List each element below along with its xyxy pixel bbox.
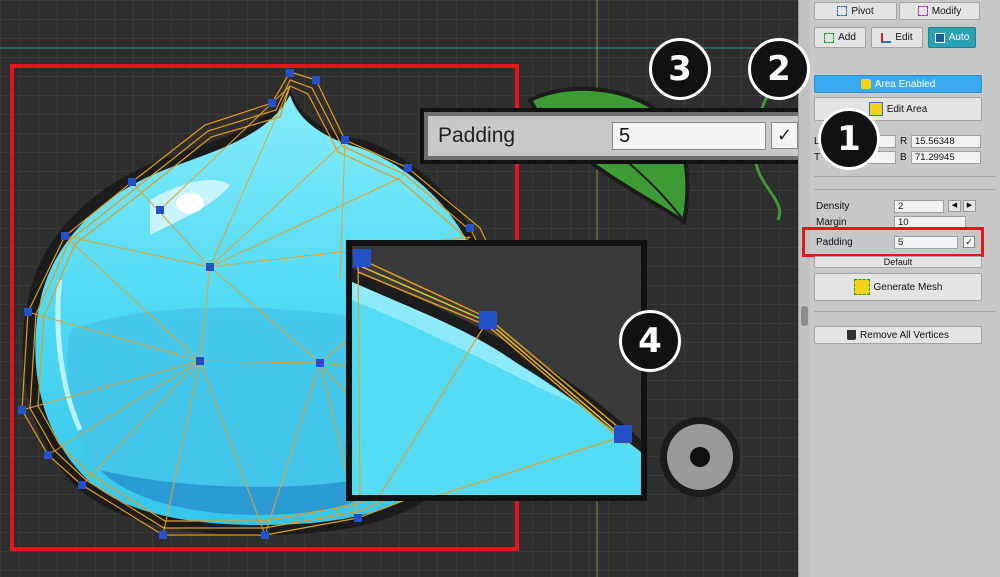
modify-icon <box>917 6 928 16</box>
auto-icon <box>934 32 945 43</box>
add-button[interactable]: Add <box>814 27 866 48</box>
area-b-label: B <box>900 152 907 163</box>
edit-area-label: Edit Area <box>886 103 928 115</box>
generate-mesh-button[interactable]: Generate Mesh <box>814 273 982 301</box>
callout-padding-field[interactable]: 5 <box>612 122 766 150</box>
left-arrow-icon: ◀ <box>951 202 958 209</box>
divider <box>814 311 996 312</box>
pivot-label: Pivot <box>851 5 874 17</box>
edit-button[interactable]: Edit <box>871 27 923 48</box>
padding-label: Padding <box>816 237 853 248</box>
area-b-field[interactable]: 71.29945 <box>911 151 981 164</box>
density-label: Density <box>816 201 850 212</box>
zoom-inset <box>346 240 647 501</box>
area-enabled-label: Area Enabled <box>874 78 936 90</box>
modify-button[interactable]: Modify <box>899 2 980 20</box>
area-enabled-button[interactable]: Area Enabled <box>814 75 982 93</box>
pivot-button[interactable]: Pivot <box>814 2 897 20</box>
star-icon <box>860 79 871 89</box>
padding-checkmark-icon[interactable]: ✓ <box>963 236 975 248</box>
density-decrease-button[interactable]: ◀ <box>948 200 961 212</box>
callout-padding-label: Padding <box>438 124 516 147</box>
step-badge-4: 4 <box>619 310 681 372</box>
divider <box>814 176 996 177</box>
trash-icon <box>847 330 857 340</box>
add-icon <box>824 32 835 43</box>
edit-icon <box>881 32 892 43</box>
area-t-label: T <box>814 152 821 163</box>
pivot-handle[interactable] <box>660 417 740 497</box>
remove-all-vertices-button[interactable]: Remove All Vertices <box>814 326 982 344</box>
default-button[interactable]: Default <box>814 256 982 268</box>
generate-mesh-label: Generate Mesh <box>873 281 943 293</box>
auto-button[interactable]: Auto <box>928 27 976 48</box>
right-arrow-icon: ▶ <box>966 202 973 209</box>
remove-all-vertices-label: Remove All Vertices <box>860 329 949 341</box>
step-badge-3: 3 <box>649 38 711 100</box>
density-increase-button[interactable]: ▶ <box>963 200 976 212</box>
pivot-icon <box>837 6 848 16</box>
callout-checkmark-icon[interactable]: ✓ <box>771 122 798 149</box>
auto-label: Auto <box>948 32 970 43</box>
modify-label: Modify <box>931 5 962 17</box>
edit-area-icon <box>868 102 883 116</box>
edit-label: Edit <box>895 32 913 43</box>
step-badge-2: 2 <box>748 38 810 100</box>
scroll-thumb[interactable] <box>801 306 808 326</box>
padding-field[interactable]: 5 <box>894 236 958 249</box>
default-label: Default <box>883 257 913 267</box>
area-r-label: R <box>900 136 908 147</box>
add-label: Add <box>838 32 856 43</box>
step-badge-1: 1 <box>818 108 880 170</box>
generate-mesh-icon <box>853 279 870 295</box>
density-field[interactable]: 2 <box>894 200 944 213</box>
area-r-field[interactable]: 15.56348 <box>911 135 981 148</box>
padding-callout: Padding 5 ✓ <box>420 108 798 164</box>
divider <box>814 189 996 190</box>
inspector-panel: Pivot Modify Add Edit Auto Area Enabled … <box>802 0 1000 577</box>
